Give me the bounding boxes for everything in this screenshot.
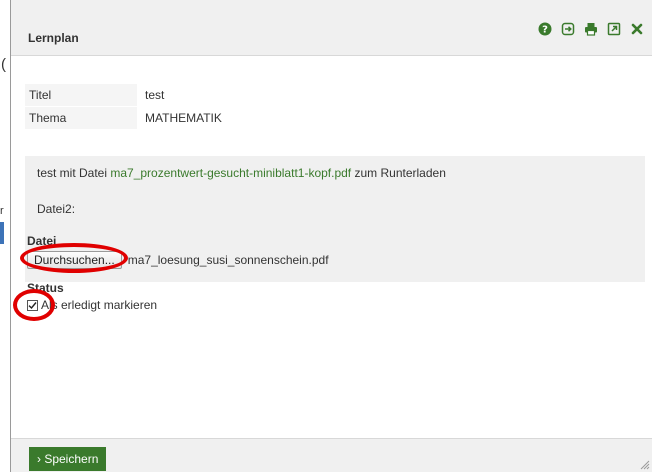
selected-file-name: ma7_loesung_susi_sonnenschein.pdf bbox=[127, 253, 329, 267]
done-checkbox[interactable] bbox=[27, 299, 38, 311]
dialog-footer: › Speichern bbox=[11, 438, 652, 472]
details-table: Titel test Thema MATHEMATIK bbox=[25, 84, 645, 130]
file-upload-row: Durchsuchen... ma7_loesung_susi_sonnensc… bbox=[27, 251, 329, 269]
browse-button[interactable]: Durchsuchen... bbox=[27, 251, 122, 269]
svg-text:?: ? bbox=[542, 25, 548, 36]
file-section-label: Datei bbox=[27, 234, 57, 248]
download-info-line: test mit Datei ma7_prozentwert-gesucht-m… bbox=[37, 166, 446, 180]
status-section-label: Status bbox=[27, 281, 64, 295]
checkmark-icon bbox=[28, 301, 37, 309]
save-button[interactable]: › Speichern bbox=[29, 447, 107, 471]
print-icon[interactable] bbox=[584, 22, 598, 36]
dialog-titlebar: Lernplan ? bbox=[11, 0, 652, 56]
done-checkbox-label[interactable]: Als erledigt markieren bbox=[41, 298, 157, 312]
titlebar-toolbar: ? bbox=[538, 22, 644, 36]
help-icon[interactable]: ? bbox=[538, 22, 552, 36]
details-value: test bbox=[137, 84, 645, 107]
table-row: Thema MATHEMATIK bbox=[25, 106, 645, 130]
background-text-fragment: r bbox=[0, 205, 4, 217]
background-text-fragment: ( bbox=[1, 56, 6, 73]
export-icon[interactable] bbox=[561, 22, 575, 36]
download-prefix: test mit Datei bbox=[37, 166, 111, 180]
table-row: Titel test bbox=[25, 84, 645, 107]
details-key: Thema bbox=[25, 106, 137, 130]
datei2-label: Datei2: bbox=[37, 202, 76, 216]
details-value: MATHEMATIK bbox=[137, 106, 645, 130]
download-file-link[interactable]: ma7_prozentwert-gesucht-miniblatt1-kopf.… bbox=[110, 166, 351, 180]
background-accent-bar bbox=[0, 222, 4, 244]
close-icon[interactable] bbox=[630, 22, 644, 36]
download-suffix: zum Runterladen bbox=[351, 166, 446, 180]
resize-grip-icon[interactable] bbox=[638, 458, 650, 470]
status-row: Als erledigt markieren bbox=[27, 298, 157, 312]
lernplan-dialog: Lernplan ? Titel test Thema MATHEMATIK t… bbox=[10, 0, 652, 472]
popout-icon[interactable] bbox=[607, 22, 621, 36]
details-key: Titel bbox=[25, 84, 137, 107]
dialog-title: Lernplan bbox=[28, 31, 79, 45]
